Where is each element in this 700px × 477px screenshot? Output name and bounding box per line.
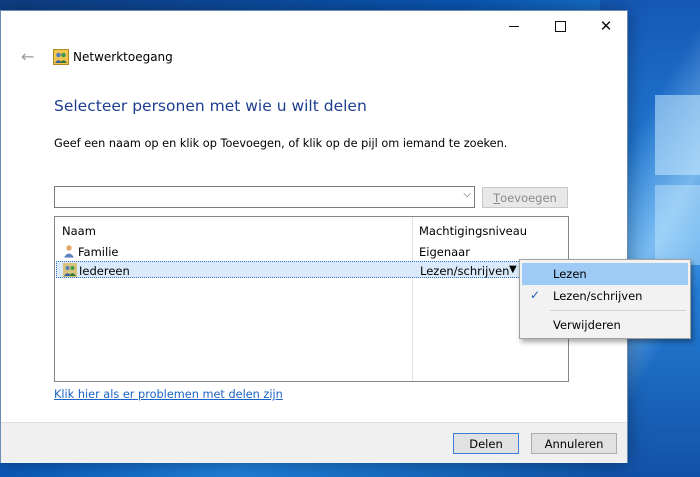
back-arrow-icon[interactable]: ← [21, 47, 34, 66]
chevron-down-icon[interactable]: ⌵ [463, 189, 471, 200]
menu-separator [550, 310, 686, 311]
minimize-icon [509, 25, 519, 27]
help-link[interactable]: Klik hier als er problemen met delen zij… [54, 388, 283, 401]
add-button[interactable]: Toevoegen [482, 187, 568, 208]
page-heading: Selecteer personen met wie u wilt delen [54, 97, 367, 115]
user-icon [64, 245, 74, 258]
menu-item-read[interactable]: Lezen [522, 263, 688, 285]
add-button-label: oevoegen [500, 190, 557, 205]
permission-menu: Lezen ✓ Lezen/schrijven Verwijderen [519, 259, 691, 339]
list-row-selected[interactable]: Iedereen Lezen/schrijven ▼ [56, 261, 567, 278]
menu-item-label: Lezen/schrijven [553, 289, 643, 303]
network-users-icon [53, 49, 69, 65]
minimize-button[interactable] [491, 11, 537, 41]
add-button-accesskey: T [493, 190, 501, 205]
row-name: Familie [78, 245, 119, 259]
menu-item-read-write[interactable]: ✓ Lezen/schrijven [522, 285, 688, 307]
users-group-icon [63, 263, 77, 277]
list-row[interactable]: Familie Eigenaar [56, 243, 567, 260]
dropdown-arrow-icon[interactable]: ▼ [509, 264, 517, 275]
footer: Delen Annuleren [1, 422, 627, 463]
menu-item-label: Verwijderen [553, 318, 621, 332]
column-header-permission[interactable]: Machtigingsniveau [419, 224, 527, 238]
window-title: Netwerktoegang [73, 50, 173, 64]
cancel-button[interactable]: Annuleren [531, 433, 617, 454]
menu-item-remove[interactable]: Verwijderen [522, 314, 688, 336]
maximize-button[interactable] [537, 11, 583, 41]
checkmark-icon: ✓ [530, 288, 541, 302]
menu-item-label: Lezen [553, 267, 587, 281]
column-divider [412, 217, 413, 381]
titlebar: ✕ [1, 11, 627, 43]
instructions-text: Geef een naam op en klik op Toevoegen, o… [54, 137, 508, 150]
row-permission: Eigenaar [419, 245, 470, 259]
close-icon: ✕ [599, 17, 613, 35]
row-permission[interactable]: Lezen/schrijven [420, 264, 509, 278]
column-header-name[interactable]: Naam [62, 224, 96, 238]
desktop-light-pane [655, 95, 700, 175]
close-button[interactable]: ✕ [583, 11, 629, 41]
share-button[interactable]: Delen [453, 433, 519, 454]
maximize-icon [554, 20, 566, 32]
desktop-light-pane [655, 185, 700, 265]
name-combobox[interactable]: ⌵ [54, 186, 475, 208]
share-list[interactable]: Naam Machtigingsniveau Familie Eigenaar … [54, 216, 569, 382]
network-access-window: ✕ ← Netwerktoegang Selecteer personen me… [0, 10, 628, 463]
row-name: Iedereen [79, 264, 130, 278]
